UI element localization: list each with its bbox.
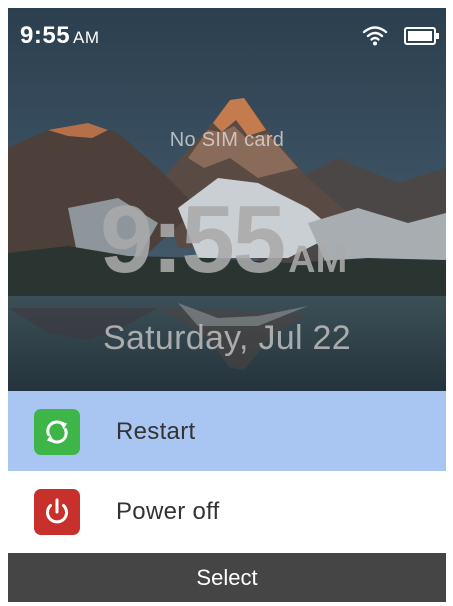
softkey-bar: Select — [8, 553, 446, 602]
status-time-ampm: AM — [73, 28, 100, 47]
menu-item-restart[interactable]: Restart — [8, 391, 446, 471]
battery-icon — [404, 27, 439, 45]
status-time-value: 9:55 — [20, 22, 71, 49]
power-icon — [34, 489, 80, 535]
lock-clock-ampm: AM — [288, 239, 348, 281]
restart-icon — [34, 409, 80, 455]
lock-clock: 9:55 AM — [100, 192, 347, 288]
sim-status-text: No SIM card — [169, 129, 285, 151]
status-bar: 9:55 AM — [8, 8, 446, 60]
lock-clock-time: 9:55 — [100, 186, 286, 293]
power-options-menu: Restart Power off — [8, 391, 446, 553]
phone-screen: 9:55 AM No SIM card 9:55 AM Saturday, Jul … — [8, 8, 446, 602]
wifi-icon — [362, 26, 388, 46]
lock-date: Saturday, Jul 22 — [103, 319, 351, 357]
menu-item-power-off[interactable]: Power off — [8, 471, 446, 553]
status-time: 9:55 AM — [20, 22, 100, 50]
select-softkey[interactable]: Select — [8, 565, 446, 591]
menu-item-restart-label: Restart — [116, 418, 196, 445]
menu-item-power-off-label: Power off — [116, 498, 220, 525]
